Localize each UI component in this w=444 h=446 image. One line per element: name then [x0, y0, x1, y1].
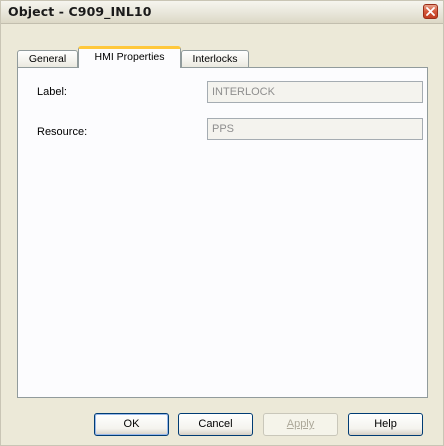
- tab-general[interactable]: General: [17, 50, 78, 68]
- apply-button-label: Apply: [286, 418, 315, 430]
- object-dialog: Object - C909_INL10 General HMI Properti…: [0, 0, 444, 446]
- apply-button[interactable]: Apply: [263, 413, 338, 436]
- title-bar[interactable]: Object - C909_INL10: [1, 1, 443, 24]
- resource-field-caption: Resource:: [37, 126, 88, 138]
- label-field-caption: Label:: [37, 86, 67, 98]
- hmi-properties-panel: Label: INTERLOCK Resource: PPS: [17, 67, 428, 398]
- help-button[interactable]: Help: [348, 413, 423, 436]
- cancel-button[interactable]: Cancel: [178, 413, 253, 436]
- tab-hmi-properties[interactable]: HMI Properties: [78, 46, 181, 68]
- close-icon: [426, 7, 435, 16]
- tab-interlocks[interactable]: Interlocks: [181, 50, 249, 68]
- close-button[interactable]: [423, 4, 438, 19]
- ok-button[interactable]: OK: [94, 413, 169, 436]
- label-field[interactable]: INTERLOCK: [207, 81, 423, 103]
- resource-field[interactable]: PPS: [207, 118, 423, 140]
- window-title: Object - C909_INL10: [8, 4, 152, 19]
